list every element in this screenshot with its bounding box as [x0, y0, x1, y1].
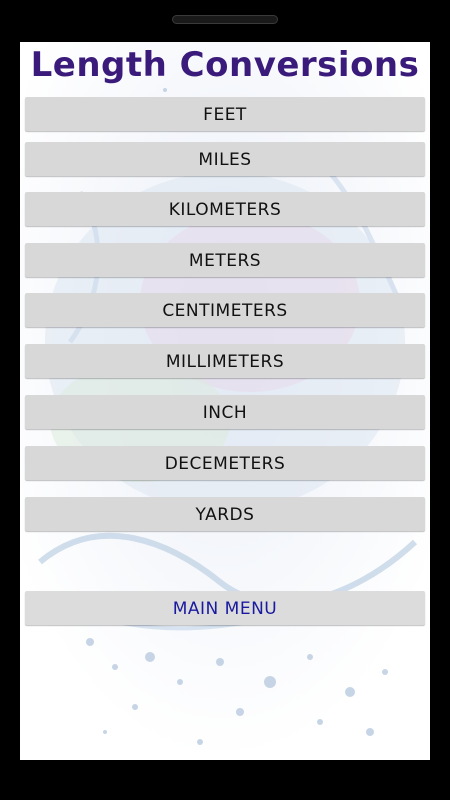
inch-button[interactable]: INCH — [25, 395, 425, 429]
feet-button[interactable]: FEET — [25, 97, 425, 131]
centimeters-button[interactable]: CENTIMETERS — [25, 293, 425, 327]
miles-button[interactable]: MILES — [25, 142, 425, 176]
phone-device: Length Conversions FEET MILES KILOMETERS… — [0, 0, 450, 800]
meters-button[interactable]: METERS — [25, 243, 425, 277]
decemeters-button[interactable]: DECEMETERS — [25, 446, 425, 480]
millimeters-button[interactable]: MILLIMETERS — [25, 344, 425, 378]
main-menu-button[interactable]: MAIN MENU — [25, 591, 425, 625]
kilometers-button[interactable]: KILOMETERS — [25, 192, 425, 226]
speaker-grille — [172, 15, 278, 24]
yards-button[interactable]: YARDS — [25, 497, 425, 531]
page-title: Length Conversions — [30, 45, 420, 85]
app-screen: Length Conversions FEET MILES KILOMETERS… — [20, 42, 430, 760]
